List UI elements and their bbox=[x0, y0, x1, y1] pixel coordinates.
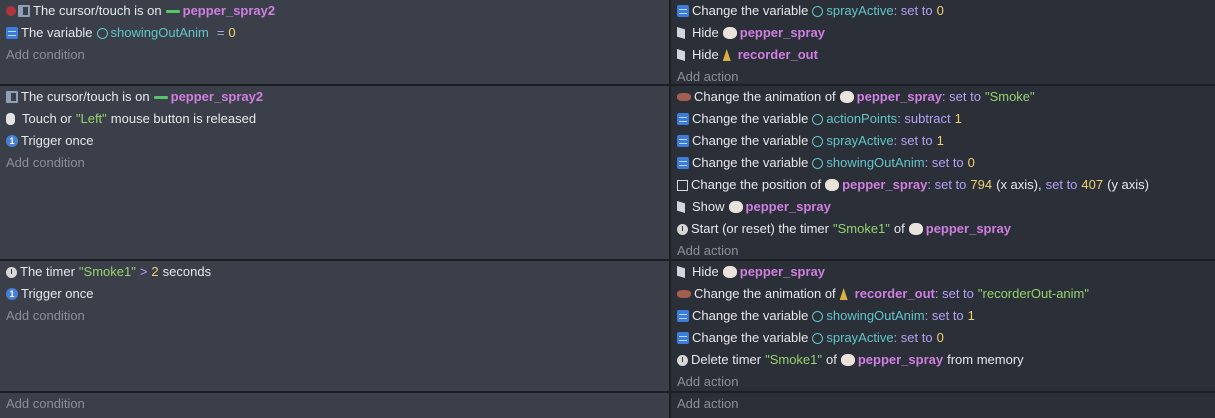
animation-icon bbox=[677, 290, 691, 298]
visibility-flag-icon bbox=[677, 266, 685, 278]
mouse-icon bbox=[6, 113, 15, 125]
event-2[interactable]: The cursor/touch is on pepper_spray2 Tou… bbox=[0, 86, 1215, 261]
variable-icon bbox=[677, 135, 689, 147]
multitouch-icon bbox=[6, 6, 16, 16]
recorder-icon bbox=[839, 288, 848, 300]
sprite-icon bbox=[839, 91, 854, 103]
action-change-variable[interactable]: Change the variable showingOutAnim : set… bbox=[671, 152, 1215, 174]
timer-icon bbox=[677, 223, 688, 235]
add-condition-button[interactable]: Add condition bbox=[0, 393, 669, 415]
globe-icon bbox=[812, 113, 824, 125]
variable-icon bbox=[677, 310, 689, 322]
event-1[interactable]: The cursor/touch is on pepper_spray2 The… bbox=[0, 0, 1215, 86]
action-hide[interactable]: Hide pepper_spray bbox=[671, 261, 1215, 283]
globe-icon bbox=[96, 27, 108, 39]
add-action-button[interactable]: Add action bbox=[671, 240, 1215, 262]
timer-icon bbox=[677, 354, 688, 366]
empty-event-actions[interactable]: Add action bbox=[671, 393, 1215, 418]
cursor-icon bbox=[6, 91, 18, 103]
add-condition-button[interactable]: Add condition bbox=[0, 305, 669, 327]
action-change-animation[interactable]: Change the animation of recorder_out : s… bbox=[671, 283, 1215, 305]
object-line-icon bbox=[165, 9, 180, 13]
action-change-variable[interactable]: Change the variable sprayActive : set to… bbox=[671, 327, 1215, 349]
action-change-variable[interactable]: Change the variable actionPoints : subtr… bbox=[671, 108, 1215, 130]
globe-icon bbox=[812, 332, 824, 344]
add-condition-button[interactable]: Add condition bbox=[0, 152, 669, 174]
add-action-button[interactable]: Add action bbox=[671, 371, 1215, 393]
event-3[interactable]: The timer "Smoke1" > 2 seconds 1 Trigger… bbox=[0, 261, 1215, 393]
action-hide[interactable]: Hide pepper_spray bbox=[671, 22, 1215, 44]
condition-trigger-once[interactable]: 1 Trigger once bbox=[0, 130, 669, 152]
globe-icon bbox=[812, 5, 824, 17]
action-hide[interactable]: Hide recorder_out bbox=[671, 44, 1215, 66]
event-2-actions[interactable]: Change the animation of pepper_spray : s… bbox=[671, 86, 1215, 259]
events-sheet: The cursor/touch is on pepper_spray2 The… bbox=[0, 0, 1215, 418]
position-icon bbox=[677, 179, 688, 191]
globe-icon bbox=[812, 310, 824, 322]
condition-trigger-once[interactable]: 1 Trigger once bbox=[0, 283, 669, 305]
add-action-button[interactable]: Add action bbox=[671, 393, 1215, 415]
event-3-actions[interactable]: Hide pepper_spray Change the animation o… bbox=[671, 261, 1215, 391]
globe-icon bbox=[812, 135, 824, 147]
add-condition-button[interactable]: Add condition bbox=[0, 44, 669, 66]
condition-cursor-on[interactable]: The cursor/touch is on pepper_spray2 bbox=[0, 0, 669, 22]
visibility-flag-icon bbox=[677, 49, 685, 61]
visibility-flag-icon bbox=[677, 201, 685, 213]
action-change-animation[interactable]: Change the animation of pepper_spray : s… bbox=[671, 86, 1215, 108]
add-action-button[interactable]: Add action bbox=[671, 66, 1215, 88]
sprite-icon bbox=[722, 27, 737, 39]
event-empty[interactable]: Add condition Add action bbox=[0, 393, 1215, 418]
action-show[interactable]: Show pepper_spray bbox=[671, 196, 1215, 218]
action-change-variable[interactable]: Change the variable sprayActive : set to… bbox=[671, 0, 1215, 22]
variable-icon bbox=[6, 27, 18, 39]
globe-icon bbox=[812, 157, 824, 169]
sprite-icon bbox=[728, 201, 743, 213]
trigger-once-icon: 1 bbox=[6, 135, 18, 147]
variable-icon bbox=[677, 157, 689, 169]
action-change-variable[interactable]: Change the variable sprayActive : set to… bbox=[671, 130, 1215, 152]
animation-icon bbox=[677, 93, 691, 101]
trigger-once-icon: 1 bbox=[6, 288, 18, 300]
variable-icon bbox=[677, 332, 689, 344]
object-line-icon bbox=[153, 95, 168, 99]
event-1-actions[interactable]: Change the variable sprayActive : set to… bbox=[671, 0, 1215, 84]
condition-mouse-released[interactable]: Touch or "Left" mouse button is released bbox=[0, 108, 669, 130]
action-start-timer[interactable]: Start (or reset) the timer "Smoke1" of p… bbox=[671, 218, 1215, 240]
sprite-icon bbox=[908, 223, 923, 235]
cursor-icon bbox=[18, 5, 30, 17]
variable-icon bbox=[677, 113, 689, 125]
condition-cursor-on[interactable]: The cursor/touch is on pepper_spray2 bbox=[0, 86, 669, 108]
event-2-conditions[interactable]: The cursor/touch is on pepper_spray2 Tou… bbox=[0, 86, 671, 259]
sprite-icon bbox=[840, 354, 855, 366]
action-delete-timer[interactable]: Delete timer "Smoke1" of pepper_spray fr… bbox=[671, 349, 1215, 371]
condition-variable-compare[interactable]: The variable showingOutAnim = 0 bbox=[0, 22, 669, 44]
event-1-conditions[interactable]: The cursor/touch is on pepper_spray2 The… bbox=[0, 0, 671, 84]
timer-icon bbox=[6, 266, 17, 278]
sprite-icon bbox=[722, 266, 737, 278]
visibility-flag-icon bbox=[677, 27, 685, 39]
variable-icon bbox=[677, 5, 689, 17]
event-3-conditions[interactable]: The timer "Smoke1" > 2 seconds 1 Trigger… bbox=[0, 261, 671, 391]
action-change-position[interactable]: Change the position of pepper_spray : se… bbox=[671, 174, 1215, 196]
condition-timer-compare[interactable]: The timer "Smoke1" > 2 seconds bbox=[0, 261, 669, 283]
sprite-icon bbox=[825, 179, 840, 191]
action-change-variable[interactable]: Change the variable showingOutAnim : set… bbox=[671, 305, 1215, 327]
recorder-icon bbox=[722, 49, 731, 61]
empty-event-conditions[interactable]: Add condition bbox=[0, 393, 671, 418]
